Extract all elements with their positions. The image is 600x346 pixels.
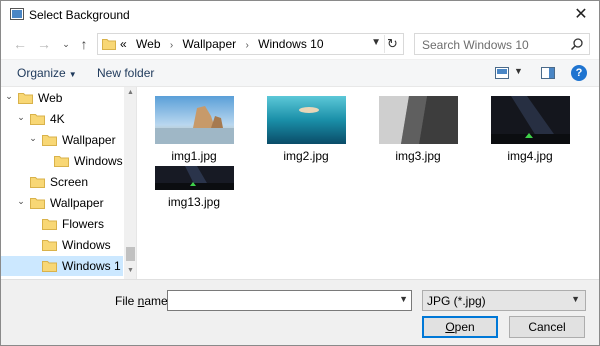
file-name-history-chevron-down-icon[interactable]: ▼ [399,294,408,304]
breadcrumb-wallpaper[interactable]: Wallpaper [183,37,237,51]
file-name-label-prefix: File [115,294,138,308]
thumbnail-img2 [266,96,346,144]
folder-icon [30,198,45,209]
tree-item-label: Windows [74,154,123,168]
folder-icon [102,39,116,50]
tree-item[interactable]: Windows [1,151,123,171]
folder-icon [42,240,57,251]
chevron-down-icon: ▼ [571,294,580,304]
chevron-down-icon: ▼ [68,70,77,79]
organize-button[interactable]: Organize ▼ [17,66,77,80]
file-item-img3[interactable]: img3.jpg [373,96,463,163]
folder-icon [42,261,57,272]
scrollbar-thumb[interactable] [126,247,135,261]
command-toolbar: Organize ▼ New folder ▼ ? [1,59,599,87]
tree-item-label: Flowers [62,217,105,231]
tree-item-label: Wallpaper [50,196,104,210]
breadcrumb-separator-icon[interactable]: › [170,40,173,51]
tree-item[interactable]: ⌄ 4K [1,109,123,129]
search-placeholder: Search Windows 10 [422,38,529,52]
file-type-select[interactable]: JPG (*.jpg) ▼ [422,290,586,311]
file-name: img4.jpg [507,149,553,163]
title-bar: Select Background ✕ [1,1,599,29]
open-button-accesskey: O [445,320,455,334]
expand-chevron-down-icon[interactable]: ⌄ [16,196,26,207]
file-item-img1[interactable]: img1.jpg [149,96,239,163]
breadcrumb-web[interactable]: Web [136,37,160,51]
file-item-img2[interactable]: img2.jpg [261,96,351,163]
file-list[interactable]: img1.jpg img2.jpg img3.jpg img4.jpg img1… [138,87,599,279]
tree-scrollbar[interactable]: ▲ ▼ [124,87,136,279]
change-view-icon[interactable] [495,67,509,79]
select-background-dialog: Select Background ✕ ← → ⌄ ↑ « Web › Wall… [0,0,600,346]
file-name-input[interactable]: ▼ [167,290,412,311]
file-dialog-footer: File name: ▼ JPG (*.jpg) ▼ Open Cancel [1,279,599,345]
tree-item[interactable]: ⌄ Web [1,88,123,108]
thumbnail-img4 [490,96,570,144]
thumbnail-img13 [154,166,234,190]
thumbnail-img1 [154,96,234,144]
expand-chevron-down-icon[interactable]: ⌄ [4,91,14,102]
open-button-label: pen [454,320,475,334]
file-item-img13[interactable]: img13.jpg [149,166,239,209]
recent-locations-chevron-down-icon[interactable]: ⌄ [57,35,75,53]
tree-item[interactable]: Windows 1 [1,256,123,276]
scroll-down-icon[interactable]: ▼ [124,267,136,274]
back-arrow-icon[interactable]: ← [11,35,29,53]
expand-chevron-down-icon[interactable]: ⌄ [16,112,26,123]
breadcrumb: « Web › Wallpaper › Windows 10 [120,37,330,51]
tree-item[interactable]: Flowers [1,214,123,234]
search-input[interactable]: Search Windows 10 [414,33,590,55]
close-icon[interactable]: ✕ [571,5,591,25]
view-options-chevron-down-icon[interactable]: ▼ [514,66,523,76]
tree-item-label: Windows [62,238,111,252]
file-name: img13.jpg [167,195,221,209]
address-bar[interactable]: « Web › Wallpaper › Windows 10 ▼ ↻ [97,33,404,55]
search-icon [570,38,583,51]
scroll-up-icon[interactable]: ▲ [124,89,136,96]
folder-icon [30,177,45,188]
file-item-img4[interactable]: img4.jpg [485,96,575,163]
breadcrumb-overflow[interactable]: « [120,37,127,51]
open-button[interactable]: Open [422,316,498,338]
folder-icon [54,156,69,167]
tree-item[interactable]: ⌄ Wallpaper [1,193,123,213]
thumbnail-img3 [378,96,458,144]
forward-arrow-icon[interactable]: → [35,35,53,53]
help-icon[interactable]: ? [571,65,587,81]
file-name: img1.jpg [171,149,217,163]
navigation-bar: ← → ⌄ ↑ « Web › Wallpaper › Windows 10 ▼… [1,29,599,59]
tree-item[interactable]: ⌄ Wallpaper [1,130,123,150]
tree-item[interactable]: Windows [1,235,123,255]
preview-pane-icon[interactable] [541,67,555,79]
folder-icon [30,114,45,125]
folder-icon [42,135,57,146]
file-name: img3.jpg [395,149,441,163]
tree-item-label: Windows 1 [62,259,121,273]
up-arrow-icon[interactable]: ↑ [75,35,93,53]
new-folder-button[interactable]: New folder [97,66,154,80]
tree-item-label: Wallpaper [62,133,116,147]
address-dropdown-chevron-down-icon[interactable]: ▼ [371,37,381,48]
folder-icon [42,219,57,230]
expand-chevron-down-icon[interactable]: ⌄ [28,133,38,144]
breadcrumb-windows-10[interactable]: Windows 10 [258,37,323,51]
breadcrumb-separator-icon[interactable]: › [245,40,248,51]
tree-item[interactable]: Screen [1,172,123,192]
window-title: Select Background [29,8,130,22]
folder-icon [18,93,33,104]
tree-item-label: 4K [50,112,65,126]
refresh-icon[interactable]: ↻ [384,35,400,53]
file-name-label: File name: [115,294,171,308]
navigation-tree[interactable]: ⌄ Web ⌄ 4K ⌄ Wallpaper Windows Screen ⌄ Wallpaper… [1,87,137,279]
file-name: img2.jpg [283,149,329,163]
file-type-value: JPG (*.jpg) [427,294,486,308]
tree-item-label: Screen [50,175,89,189]
tree-item-label: Web [38,91,63,105]
cancel-button[interactable]: Cancel [509,316,585,338]
organize-label: Organize [17,66,66,80]
window-icon [10,8,24,20]
